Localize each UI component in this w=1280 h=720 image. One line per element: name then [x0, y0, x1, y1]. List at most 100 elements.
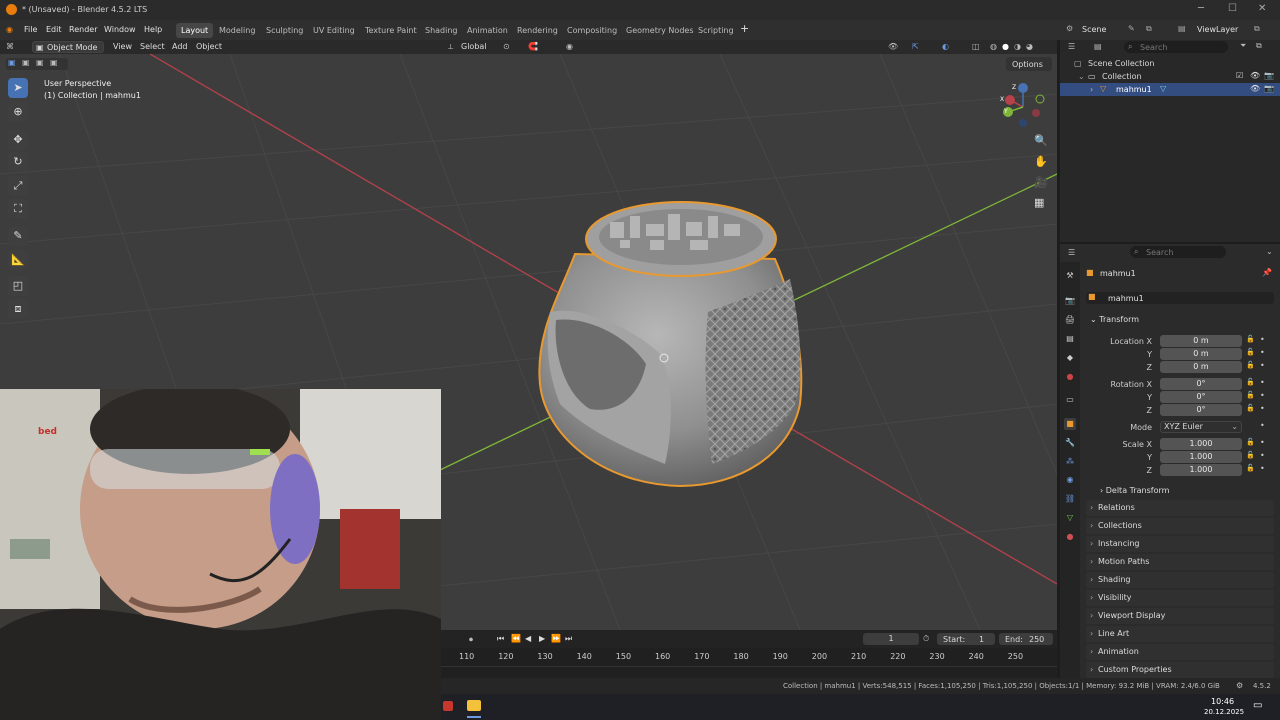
file-explorer-icon[interactable] — [467, 700, 481, 711]
outliner-search-input[interactable]: ⌕ Search — [1124, 41, 1228, 53]
options-dropdown[interactable]: Options — [1006, 57, 1052, 71]
view-layer-tab-icon[interactable]: ▤ — [1064, 333, 1076, 345]
axis-gizmo-icon[interactable] — [998, 82, 1048, 132]
collection-tab-icon[interactable]: ▭ — [1064, 394, 1076, 406]
tab-scripting[interactable]: Scripting — [693, 23, 739, 38]
jump-end-icon[interactable]: ⏭ — [565, 634, 572, 644]
tab-sculpting[interactable]: Sculpting — [261, 23, 308, 38]
lock-icon[interactable]: 🔓 — [1246, 438, 1255, 446]
lock-icon[interactable]: 🔓 — [1246, 361, 1255, 369]
panel-instancing[interactable]: Instancing — [1086, 536, 1274, 552]
navigation-gizmo[interactable] — [998, 82, 1048, 132]
snap-icon[interactable]: 🧲 — [528, 42, 538, 51]
constraints-tab-icon[interactable]: ⛓ — [1064, 493, 1076, 505]
object-tab-icon[interactable]: ■ — [1064, 418, 1076, 430]
tab-shading[interactable]: Shading — [420, 23, 463, 38]
exclude-checkbox-icon[interactable]: ☑ — [1236, 71, 1243, 80]
display-mode-icon[interactable]: ▤ — [1094, 42, 1102, 51]
menu-select[interactable]: Select — [140, 42, 165, 51]
lock-icon[interactable]: 🔓 — [1246, 378, 1255, 386]
zoom-icon[interactable]: 🔍 — [1034, 134, 1048, 147]
wireframe-shading-icon[interactable]: ◍ — [990, 42, 997, 51]
close-icon[interactable]: ✕ — [1258, 3, 1266, 14]
keyframe-dot-icon[interactable]: • — [1260, 361, 1265, 370]
select-extend-icon[interactable]: ▣ — [22, 58, 30, 67]
mesh-data-icon[interactable]: ▽ — [1160, 84, 1166, 93]
play-icon[interactable]: ▶ — [539, 634, 545, 643]
filter-icon[interactable]: ⏷ — [1240, 41, 1246, 51]
rotate-tool-icon[interactable]: ↻ — [8, 152, 28, 172]
modifiers-tab-icon[interactable]: 🔧 — [1064, 437, 1076, 449]
panel-viewport-display[interactable]: Viewport Display — [1086, 608, 1274, 624]
orientation-dropdown[interactable]: Global — [461, 42, 487, 51]
keyframe-dot-icon[interactable]: • — [1260, 335, 1265, 344]
location-y-field[interactable]: 0 m — [1160, 348, 1242, 360]
delta-transform-header[interactable]: › Delta Transform — [1100, 486, 1169, 495]
location-z-field[interactable]: 0 m — [1160, 361, 1242, 373]
data-tab-icon[interactable]: ▽ — [1064, 512, 1076, 524]
tab-texture-paint[interactable]: Texture Paint — [360, 23, 422, 38]
material-shading-icon[interactable]: ◑ — [1014, 42, 1021, 51]
measure-tool-icon[interactable]: 📐 — [8, 250, 28, 270]
outliner-row-collection[interactable]: ⌄ ▭ Collection ☑ 👁 📷 — [1060, 70, 1280, 83]
properties-search-input[interactable]: ⌕ Search — [1130, 246, 1226, 258]
select-intersect-icon[interactable]: ▣ — [50, 58, 58, 67]
scene-name[interactable]: Scene — [1082, 25, 1106, 34]
notification-icon[interactable]: ▭ — [1253, 700, 1262, 711]
rotation-mode-dropdown[interactable]: XYZ Euler ⌄ — [1160, 421, 1242, 433]
keyframe-dot-icon[interactable]: • — [1260, 421, 1265, 430]
tab-rendering[interactable]: Rendering — [512, 23, 563, 38]
properties-options-icon[interactable]: ⌄ — [1266, 247, 1273, 256]
tab-animation[interactable]: Animation — [462, 23, 513, 38]
lock-icon[interactable]: 🔓 — [1246, 464, 1255, 472]
keyframe-dot-icon[interactable]: • — [1260, 378, 1265, 387]
view-layer-name[interactable]: ViewLayer — [1197, 25, 1238, 34]
outliner-row-mahmu1[interactable]: › ▽ mahmu1 ▽ 👁 📷 — [1060, 83, 1280, 96]
world-tab-icon[interactable]: ● — [1064, 371, 1076, 383]
menu-file[interactable]: File — [24, 25, 37, 34]
select-new-icon[interactable]: ▣ — [8, 58, 16, 67]
proportional-edit-icon[interactable]: ◉ — [566, 42, 573, 51]
physics-tab-icon[interactable]: ◉ — [1064, 474, 1076, 486]
maximize-icon[interactable]: ☐ — [1228, 3, 1237, 14]
panel-shading[interactable]: Shading — [1086, 572, 1274, 588]
object-name-field[interactable]: ■ mahmu1 — [1086, 292, 1274, 304]
panel-line-art[interactable]: Line Art — [1086, 626, 1274, 642]
object-render-icon[interactable]: 📷 — [1264, 84, 1274, 93]
scale-x-field[interactable]: 1.000 — [1160, 438, 1242, 450]
tool-tab-icon[interactable]: ⚒ — [1064, 270, 1076, 282]
location-x-field[interactable]: 0 m — [1160, 335, 1242, 347]
keyframe-dot-icon[interactable]: • — [1260, 404, 1265, 413]
rotation-z-field[interactable]: 0° — [1160, 404, 1242, 416]
copy-scene-icon[interactable]: ⧉ — [1146, 24, 1152, 34]
ortho-toggle-icon[interactable]: ▦ — [1034, 196, 1044, 209]
pan-hand-icon[interactable]: ✋ — [1034, 155, 1048, 168]
material-tab-icon[interactable]: ● — [1064, 531, 1076, 543]
output-tab-icon[interactable]: 🖨 — [1064, 314, 1076, 326]
add-workspace-icon[interactable]: + — [740, 22, 749, 35]
scale-tool-icon[interactable]: ⤢ — [8, 176, 28, 196]
menu-edit[interactable]: Edit — [46, 25, 62, 34]
start-frame-field[interactable]: Start: 1 — [937, 633, 995, 645]
annotate-tool-icon[interactable]: ✎ — [8, 226, 28, 246]
overlay-toggle-icon[interactable]: ◐ — [942, 42, 949, 51]
expand-collection-icon[interactable]: ⌄ — [1078, 72, 1085, 81]
app-icon-recorder[interactable] — [443, 701, 453, 711]
prev-keyframe-icon[interactable]: ⏪ — [511, 634, 521, 643]
move-tool-icon[interactable]: ✥ — [8, 130, 28, 150]
camera-view-icon[interactable]: 🎥 — [1034, 176, 1048, 189]
panel-animation[interactable]: Animation — [1086, 644, 1274, 660]
keyframe-dot-icon[interactable]: • — [1260, 438, 1265, 447]
menu-window[interactable]: Window — [104, 25, 136, 34]
edit-scene-icon[interactable]: ✎ — [1128, 24, 1135, 33]
tab-uv-editing[interactable]: UV Editing — [308, 23, 360, 38]
collection-render-icon[interactable]: 📷 — [1264, 71, 1274, 80]
end-frame-field[interactable]: End: 250 — [999, 633, 1053, 645]
menu-help[interactable]: Help — [144, 25, 162, 34]
menu-add[interactable]: Add — [172, 42, 188, 51]
current-frame-field[interactable]: 1 — [863, 633, 919, 645]
transform-panel-header[interactable]: ⌄ Transform — [1090, 315, 1139, 324]
panel-relations[interactable]: Relations — [1086, 500, 1274, 516]
next-keyframe-icon[interactable]: ⏩ — [551, 634, 561, 643]
lock-icon[interactable]: 🔓 — [1246, 391, 1255, 399]
